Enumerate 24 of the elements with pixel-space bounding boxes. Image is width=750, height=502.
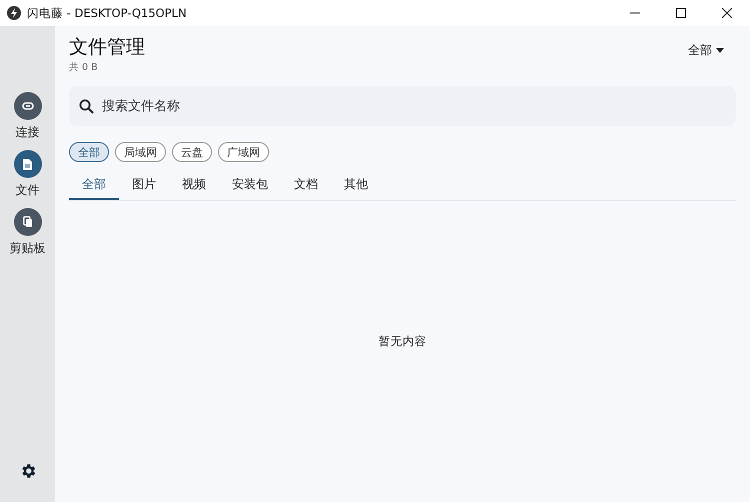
file-icon bbox=[23, 158, 32, 170]
filter-chip[interactable]: 云盘 bbox=[172, 142, 212, 162]
category-tab[interactable]: 图片 bbox=[119, 170, 169, 200]
filter-dropdown[interactable]: 全部 bbox=[688, 42, 736, 59]
sidebar-item[interactable]: 剪贴板 bbox=[10, 208, 46, 257]
link-icon bbox=[22, 102, 34, 110]
category-tab[interactable]: 其他 bbox=[331, 170, 381, 200]
category-tab[interactable]: 视频 bbox=[169, 170, 219, 200]
page-title: 文件管理 bbox=[69, 35, 146, 60]
app-logo-icon bbox=[7, 6, 21, 20]
filter-chip[interactable]: 广域网 bbox=[218, 142, 269, 162]
empty-message: 暂无内容 bbox=[378, 334, 426, 349]
category-tab[interactable]: 全部 bbox=[69, 170, 119, 200]
filter-chip[interactable]: 局域网 bbox=[115, 142, 166, 162]
window-title: 闪电藤 - DESKTOP-Q15OPLN bbox=[27, 6, 188, 20]
search-field[interactable]: 搜索文件名称 bbox=[69, 86, 736, 126]
maximize-icon bbox=[676, 8, 686, 18]
filter-chip[interactable]: 全部 bbox=[69, 142, 109, 162]
copy-icon bbox=[22, 216, 32, 228]
caret-icon bbox=[716, 48, 724, 53]
category-tab[interactable]: 文档 bbox=[281, 170, 331, 200]
close-icon bbox=[722, 8, 732, 18]
category-tab[interactable]: 安装包 bbox=[219, 170, 281, 200]
total-size: 共 0 B bbox=[69, 61, 99, 74]
